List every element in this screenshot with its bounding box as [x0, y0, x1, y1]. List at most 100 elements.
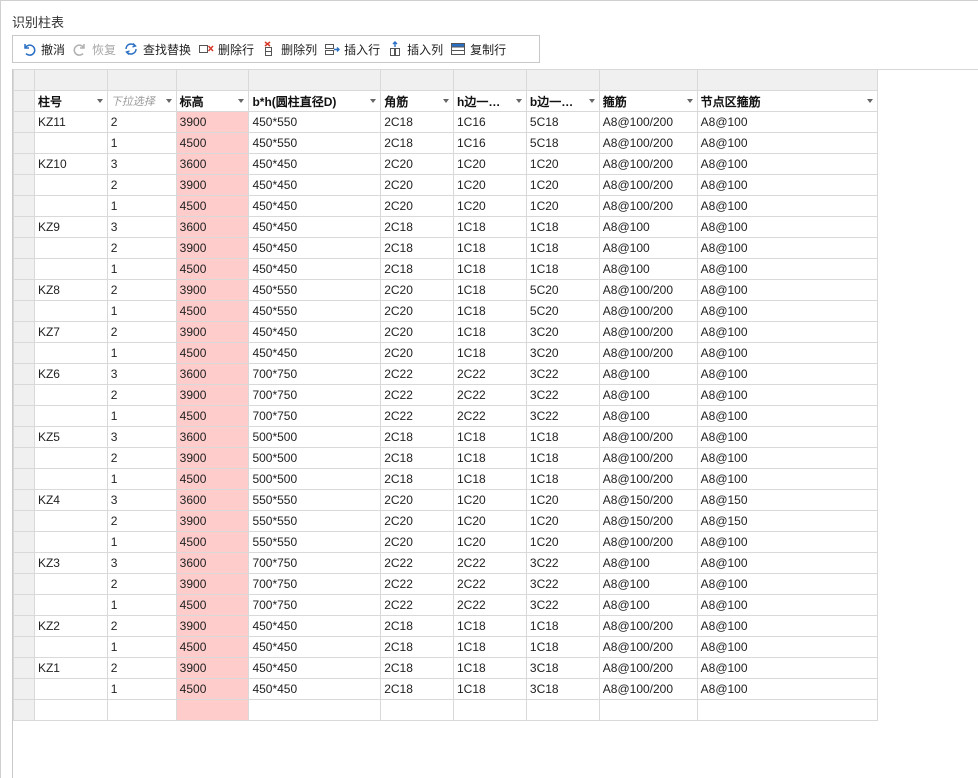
- cell-b-side[interactable]: 3C20: [525, 342, 600, 364]
- cell-h-side[interactable]: 2C22: [452, 594, 527, 616]
- cell-column-id[interactable]: KZ6: [33, 363, 108, 385]
- row-header[interactable]: [13, 657, 35, 679]
- cell-elevation[interactable]: 3900: [175, 384, 250, 406]
- cell-elevation[interactable]: 3600: [175, 426, 250, 448]
- cell-dropdown[interactable]: 3: [106, 552, 177, 574]
- cell-elevation[interactable]: 3900: [175, 321, 250, 343]
- cell-b-side[interactable]: 1C18: [525, 468, 600, 490]
- column-header-id[interactable]: 柱号: [33, 90, 108, 112]
- cell-corner-bar[interactable]: 2C20: [380, 510, 454, 532]
- cell-dropdown[interactable]: 1: [106, 531, 177, 553]
- cell-elevation[interactable]: 4500: [175, 678, 250, 700]
- cell-h-side[interactable]: 1C20: [452, 489, 527, 511]
- cell-joint-stirrup[interactable]: A8@100: [696, 195, 879, 217]
- cell-h-side[interactable]: 1C18: [452, 447, 527, 469]
- cell-stirrup[interactable]: A8@100/200: [598, 321, 698, 343]
- cell-joint-stirrup[interactable]: A8@100: [696, 258, 879, 280]
- cell-stirrup[interactable]: A8@100: [598, 594, 698, 616]
- cell-section[interactable]: 700*750: [248, 594, 382, 616]
- cell-elevation[interactable]: 4500: [175, 636, 250, 658]
- cell-column-id[interactable]: [33, 636, 108, 658]
- cell-b-side[interactable]: 3C22: [525, 594, 600, 616]
- row-header[interactable]: [13, 132, 35, 154]
- row-header[interactable]: [13, 342, 35, 364]
- cell-section[interactable]: 450*450: [248, 678, 382, 700]
- cell-corner-bar[interactable]: 2C20: [380, 489, 454, 511]
- row-header[interactable]: [13, 195, 35, 217]
- cell-joint-stirrup[interactable]: A8@100: [696, 384, 879, 406]
- cell-b-side[interactable]: 5C20: [525, 279, 600, 301]
- cell-joint-stirrup[interactable]: A8@100: [696, 321, 879, 343]
- cell-dropdown[interactable]: 1: [106, 678, 177, 700]
- cell-dropdown[interactable]: 1: [106, 636, 177, 658]
- row-header[interactable]: [13, 447, 35, 469]
- cell-h-side[interactable]: [452, 699, 527, 721]
- table-row[interactable]: 1 4500 450*450 2C20 1C18 3C20 A8@100/200 A8@100: [13, 342, 879, 364]
- cell-joint-stirrup[interactable]: A8@100: [696, 279, 879, 301]
- table-row[interactable]: 1 4500 700*750 2C22 2C22 3C22 A8@100 A8@100: [13, 594, 879, 616]
- cell-elevation[interactable]: [175, 699, 250, 721]
- cell-h-side[interactable]: 1C18: [452, 636, 527, 658]
- cell-stirrup[interactable]: A8@100/200: [598, 468, 698, 490]
- table-row[interactable]: KZ8 2 3900 450*550 2C20 1C18 5C20 A8@100/200 A8@…: [13, 279, 879, 301]
- cell-column-id[interactable]: [33, 699, 108, 721]
- cell-h-side[interactable]: 1C18: [452, 426, 527, 448]
- cell-stirrup[interactable]: A8@100/200: [598, 153, 698, 175]
- cell-dropdown[interactable]: 2: [106, 111, 177, 133]
- cell-h-side[interactable]: 1C16: [452, 132, 527, 154]
- cell-column-id[interactable]: KZ1: [33, 657, 108, 679]
- column-header-joint-stirrup[interactable]: 节点区箍筋: [696, 90, 879, 112]
- cell-column-id[interactable]: KZ10: [33, 153, 108, 175]
- cell-column-id[interactable]: [33, 510, 108, 532]
- cell-elevation[interactable]: 3900: [175, 237, 250, 259]
- table-row[interactable]: KZ11 2 3900 450*550 2C18 1C16 5C18 A8@100/200 A8…: [13, 111, 879, 133]
- cell-section[interactable]: 500*500: [248, 426, 382, 448]
- cell-joint-stirrup[interactable]: A8@100: [696, 132, 879, 154]
- cell-column-id[interactable]: [33, 678, 108, 700]
- table-row[interactable]: 2 3900 700*750 2C22 2C22 3C22 A8@100 A8@100: [13, 384, 879, 406]
- cell-b-side[interactable]: 3C18: [525, 678, 600, 700]
- chevron-down-icon[interactable]: [165, 99, 172, 103]
- cell-b-side[interactable]: 3C20: [525, 321, 600, 343]
- cell-elevation[interactable]: 4500: [175, 195, 250, 217]
- cell-h-side[interactable]: 1C18: [452, 216, 527, 238]
- cell-dropdown[interactable]: 2: [106, 237, 177, 259]
- table-row[interactable]: KZ2 2 3900 450*450 2C18 1C18 1C18 A8@100/200 A8@…: [13, 615, 879, 637]
- cell-column-id[interactable]: [33, 300, 108, 322]
- cell-section[interactable]: 450*450: [248, 195, 382, 217]
- cell-corner-bar[interactable]: 2C20: [380, 321, 454, 343]
- row-header[interactable]: [13, 531, 35, 553]
- row-header[interactable]: [13, 468, 35, 490]
- cell-section[interactable]: 700*750: [248, 405, 382, 427]
- chevron-down-icon[interactable]: [588, 99, 595, 103]
- table-row[interactable]: 2 3900 550*550 2C20 1C20 1C20 A8@150/200 A8@150: [13, 510, 879, 532]
- cell-section[interactable]: 550*550: [248, 531, 382, 553]
- cell-h-side[interactable]: 1C18: [452, 468, 527, 490]
- cell-h-side[interactable]: 1C18: [452, 678, 527, 700]
- cell-section[interactable]: 500*500: [248, 468, 382, 490]
- cell-dropdown[interactable]: 2: [106, 174, 177, 196]
- cell-dropdown[interactable]: 1: [106, 468, 177, 490]
- column-header-corner-bar[interactable]: 角筋: [380, 90, 454, 112]
- row-header[interactable]: [13, 279, 35, 301]
- cell-b-side[interactable]: 1C20: [525, 510, 600, 532]
- cell-elevation[interactable]: 3900: [175, 657, 250, 679]
- cell-stirrup[interactable]: A8@100/200: [598, 174, 698, 196]
- table-row[interactable]: KZ7 2 3900 450*450 2C20 1C18 3C20 A8@100/200 A8@…: [13, 321, 879, 343]
- cell-dropdown[interactable]: 2: [106, 657, 177, 679]
- cell-b-side[interactable]: 3C22: [525, 384, 600, 406]
- row-header[interactable]: [13, 321, 35, 343]
- table-row[interactable]: 1 4500 450*550 2C20 1C18 5C20 A8@100/200 A8@100: [13, 300, 879, 322]
- row-header[interactable]: [13, 216, 35, 238]
- insert-row-button[interactable]: 插入行: [322, 38, 385, 60]
- cell-column-id[interactable]: [33, 447, 108, 469]
- cell-h-side[interactable]: 1C20: [452, 153, 527, 175]
- cell-section[interactable]: 700*750: [248, 363, 382, 385]
- cell-corner-bar[interactable]: 2C22: [380, 573, 454, 595]
- cell-stirrup[interactable]: A8@100/200: [598, 132, 698, 154]
- cell-corner-bar[interactable]: 2C20: [380, 300, 454, 322]
- cell-b-side[interactable]: 3C22: [525, 552, 600, 574]
- cell-b-side[interactable]: [525, 699, 600, 721]
- cell-joint-stirrup[interactable]: A8@100: [696, 615, 879, 637]
- cell-column-id[interactable]: [33, 384, 108, 406]
